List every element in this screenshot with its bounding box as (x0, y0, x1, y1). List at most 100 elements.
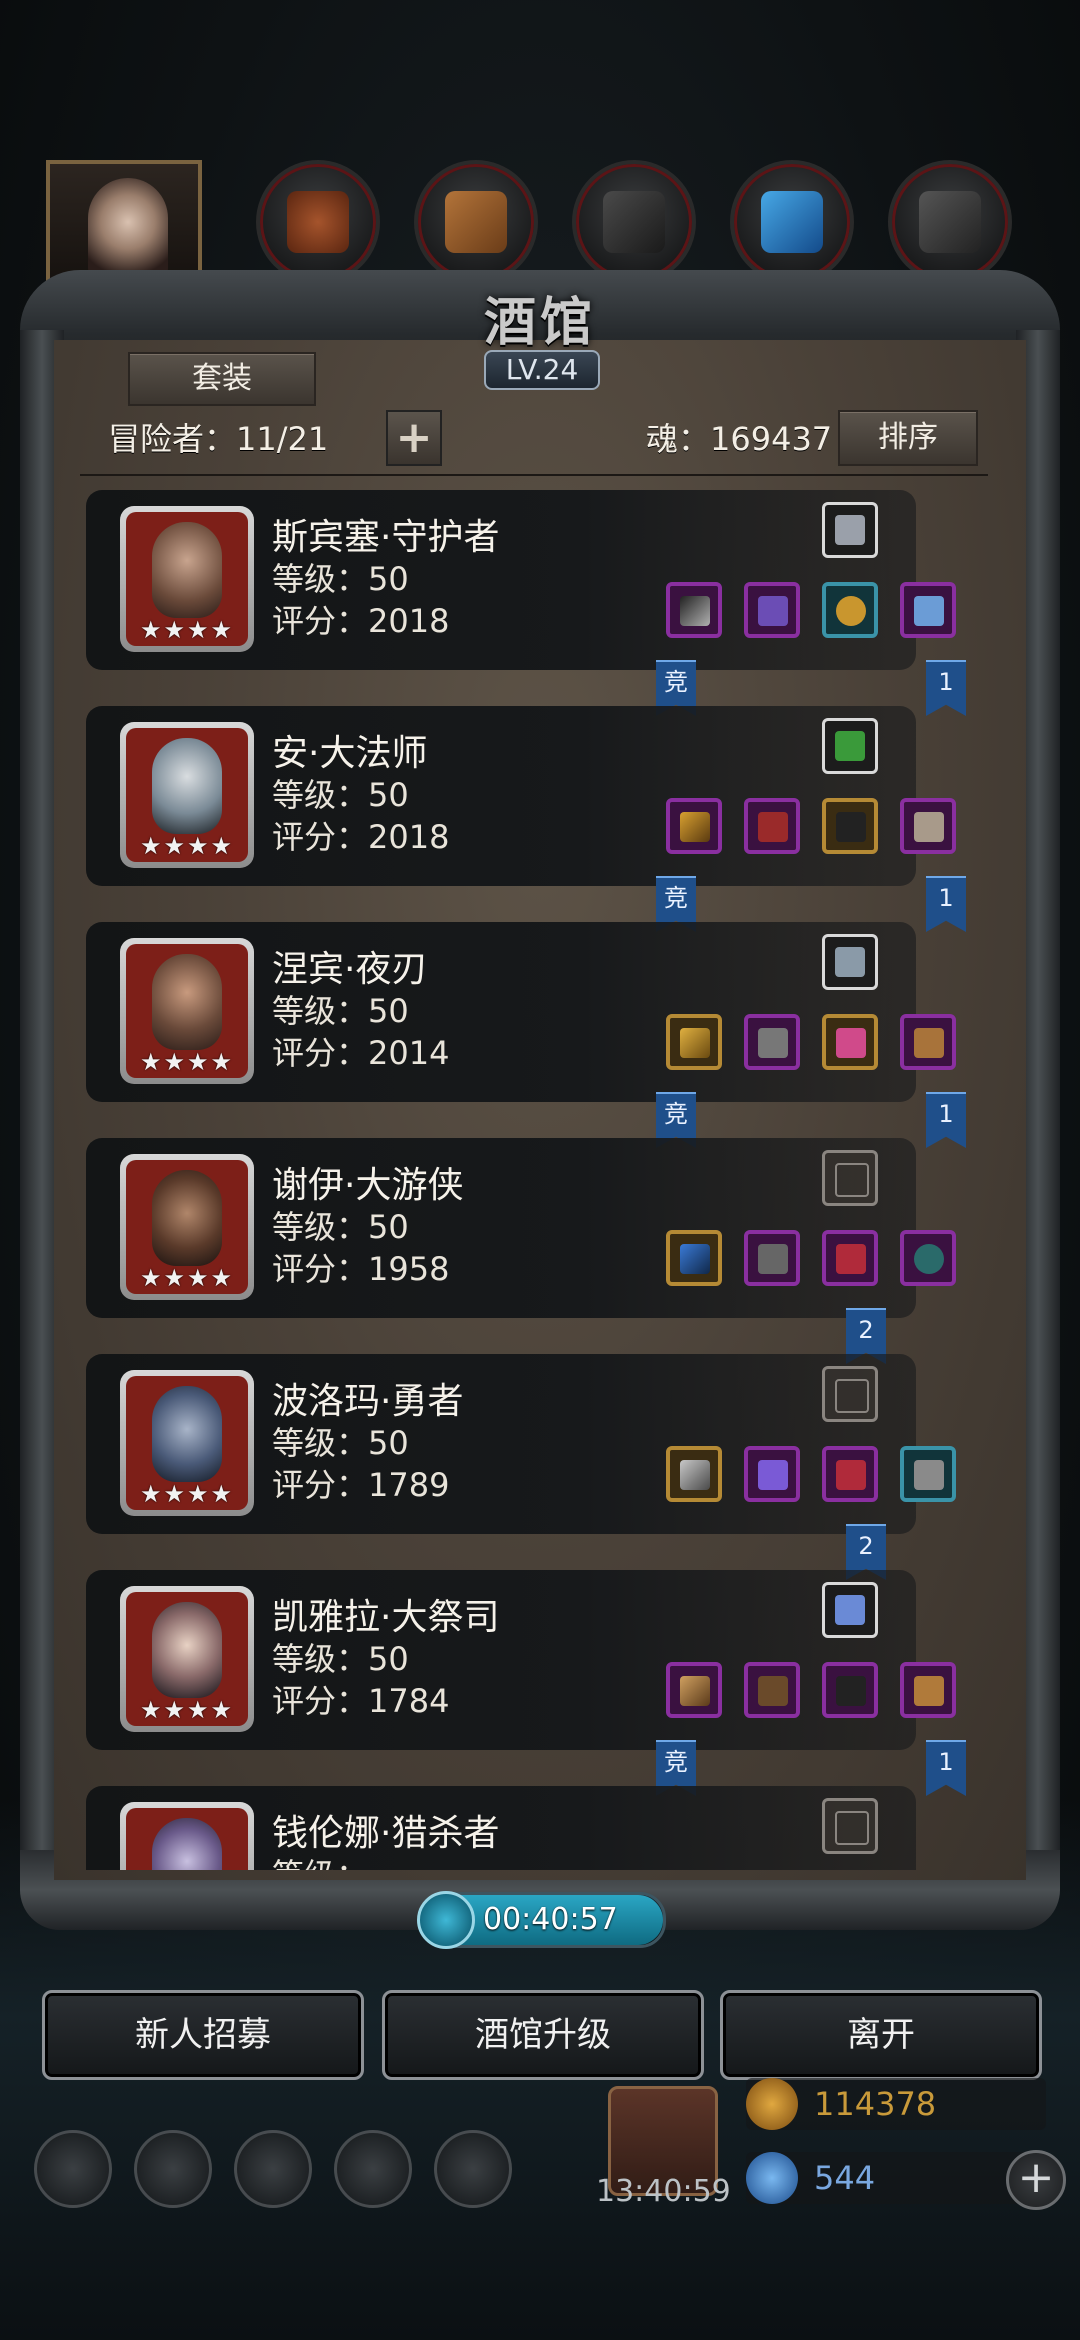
armor-slot[interactable] (744, 798, 800, 854)
ranger-face-icon (152, 1170, 222, 1266)
outfit-button[interactable]: 套装 (128, 352, 316, 406)
hero-portrait[interactable]: ★★★★ (120, 1370, 254, 1516)
scroll-icon (835, 731, 865, 761)
weapon-slot[interactable] (666, 582, 722, 638)
leather-armor-icon (758, 1676, 788, 1706)
amulet-slot[interactable] (822, 1582, 878, 1638)
stone-icon (919, 191, 981, 253)
hero-portrait[interactable]: ★★★★ (120, 1586, 254, 1732)
hero-card[interactable]: ★★★★ 波洛玛·勇者 等级：50 评分：1789 2 (86, 1354, 992, 1580)
ruby-necklace-icon (836, 1244, 866, 1274)
chest-armor-icon (758, 1244, 788, 1274)
recruit-button[interactable]: 新人招募 (42, 1990, 364, 2080)
empty-slot[interactable] (822, 1366, 878, 1422)
crystal-icon (761, 191, 823, 253)
hero-name: 安·大法师 (272, 733, 428, 774)
wooden-shield-icon (914, 1028, 944, 1058)
social-icon[interactable] (134, 2130, 212, 2208)
gem-icon (746, 2152, 798, 2204)
armor-slot[interactable] (744, 1014, 800, 1070)
hero-stars: ★★★★ (139, 1264, 235, 1292)
settings-icon[interactable] (34, 2130, 112, 2208)
shield-slot[interactable] (900, 1014, 956, 1070)
hair-icon (287, 191, 349, 253)
armor-slot[interactable] (744, 1662, 800, 1718)
amulet-slot[interactable] (822, 502, 878, 558)
hero-card[interactable]: ★★★★ 凯雅拉·大祭司 等级：50 评分：1784 竞 1 (86, 1570, 992, 1796)
hero-portrait[interactable]: ★★★★ (120, 506, 254, 652)
tab-wood[interactable] (414, 160, 538, 284)
empty-slot[interactable] (822, 1150, 878, 1206)
gold-icon (746, 2078, 798, 2130)
book-slot[interactable] (822, 934, 878, 990)
priestess-face-icon (152, 1602, 222, 1698)
hero-card[interactable]: ★★★★ 涅宾·夜刃 等级：50 评分：2014 竞 1 (86, 922, 992, 1148)
hero-card[interactable]: ★★★★ 安·大法师 等级：50 评分：2018 竞 1 (86, 706, 992, 932)
mace-icon (680, 1028, 710, 1058)
axe-icon (680, 1460, 710, 1490)
spear-icon (680, 596, 710, 626)
leave-button[interactable]: 离开 (720, 1990, 1042, 2080)
bracer-slot[interactable] (900, 798, 956, 854)
hero-score: 评分：1958 (272, 1250, 450, 1288)
ring-slot[interactable] (900, 1230, 956, 1286)
necklace-slot[interactable] (822, 1662, 878, 1718)
armor-slot[interactable] (744, 1446, 800, 1502)
tab-stone[interactable] (888, 160, 1012, 284)
weapon-slot[interactable] (666, 1014, 722, 1070)
armor-icon (758, 596, 788, 626)
adventurers-count: 冒险者：11/21 (108, 420, 329, 458)
timer-text: 00:40:57 (483, 1902, 618, 1937)
weapon-slot[interactable] (666, 798, 722, 854)
gold-counter: 114378 (746, 2078, 1046, 2130)
amulet-icon (835, 515, 865, 545)
hero-list[interactable]: ★★★★ 斯宾塞·守护者 等级：50 评分：2018 竞 1 ★★★★ 安·大法… (86, 490, 992, 1870)
helmet-slot[interactable] (900, 1446, 956, 1502)
gauntlet-slot[interactable] (900, 582, 956, 638)
necklace-slot[interactable] (822, 1014, 878, 1070)
hourglass-icon (835, 1811, 869, 1845)
necklace-slot[interactable] (822, 1446, 878, 1502)
hero-portrait[interactable]: ★★★★ (120, 1154, 254, 1300)
hero-card[interactable]: ★★★★ 斯宾塞·守护者 等级：50 评分：2018 竞 1 (86, 490, 992, 716)
hero-level: 等级：50 (272, 1424, 409, 1462)
hero-card[interactable]: ★★★★ 谢伊·大游侠 等级：50 评分：1958 2 (86, 1138, 992, 1364)
hero-level: 等级：50 (272, 1208, 409, 1246)
hero-level: 等级： (272, 1850, 368, 1870)
necklace-slot[interactable] (822, 798, 878, 854)
hero-level: 等级：50 (272, 992, 409, 1030)
hero-portrait[interactable] (120, 1802, 254, 1870)
necklace-icon (836, 1676, 866, 1706)
tab-hair[interactable] (256, 160, 380, 284)
hero-level: 等级：50 (272, 560, 409, 598)
empty-slot[interactable] (822, 1798, 878, 1854)
hero-card[interactable]: 钱伦娜·猎杀者 等级： (86, 1786, 992, 1870)
weapon-slot[interactable] (666, 1662, 722, 1718)
mail-icon[interactable] (334, 2130, 412, 2208)
add-currency-button[interactable]: + (1006, 2150, 1066, 2210)
hero-portrait[interactable]: ★★★★ (120, 938, 254, 1084)
shield-slot[interactable] (900, 1662, 956, 1718)
armor-slot[interactable] (744, 1230, 800, 1286)
tab-iron[interactable] (572, 160, 696, 284)
tab-crystal[interactable] (730, 160, 854, 284)
armor-slot[interactable] (744, 582, 800, 638)
weapon-slot[interactable] (666, 1446, 722, 1502)
hero-score: 评分：1789 (272, 1466, 450, 1504)
hero-level: 等级：50 (272, 776, 409, 814)
hero-stars: ★★★★ (139, 832, 235, 860)
weapon-slot[interactable] (666, 1230, 722, 1286)
ring-slot[interactable] (822, 582, 878, 638)
event-clock: 13:40:59 (596, 2174, 731, 2209)
level-badge: LV.24 (484, 350, 600, 390)
shop-icon[interactable] (434, 2130, 512, 2208)
necklace-slot[interactable] (822, 1230, 878, 1286)
rogue-face-icon (152, 954, 222, 1050)
sort-button[interactable]: 排序 (838, 410, 978, 466)
plus-icon: + (395, 412, 433, 463)
scroll-slot[interactable] (822, 718, 878, 774)
add-adventurer-button[interactable]: + (386, 410, 442, 466)
upgrade-tavern-button[interactable]: 酒馆升级 (382, 1990, 704, 2080)
hero-portrait[interactable]: ★★★★ (120, 722, 254, 868)
guild-icon[interactable] (234, 2130, 312, 2208)
